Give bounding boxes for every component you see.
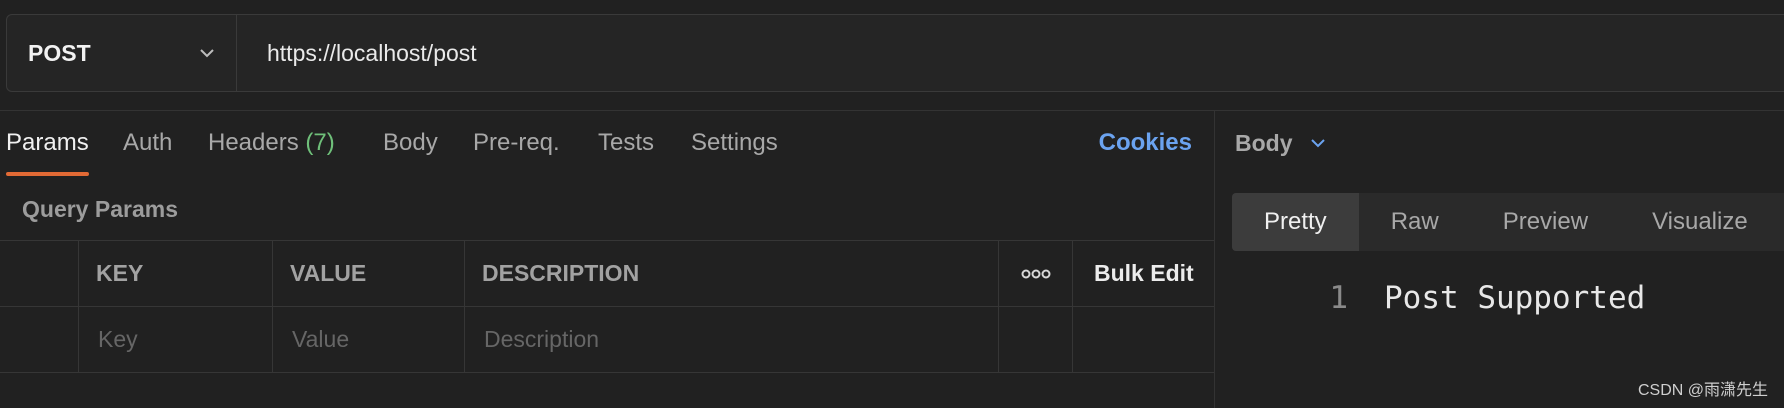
method-label: POST	[28, 39, 91, 66]
response-text: Post Supported	[1384, 280, 1646, 316]
tab-preview[interactable]: Preview	[1471, 193, 1620, 251]
table-row	[0, 307, 1214, 373]
request-tabs: Params Auth Headers (7) Body Pre-req. Te…	[0, 110, 1214, 176]
value-cell	[273, 307, 465, 372]
tab-settings[interactable]: Settings	[691, 110, 778, 176]
headers-count-badge: (7)	[305, 129, 335, 156]
tab-params[interactable]: Params	[6, 110, 89, 176]
query-params-title: Query Params	[22, 196, 178, 222]
url-input[interactable]	[237, 14, 1784, 92]
tab-auth[interactable]: Auth	[123, 110, 172, 176]
empty-cell	[999, 307, 1073, 372]
response-view-tabs: Pretty Raw Preview Visualize	[1232, 193, 1784, 251]
more-options-icon	[1021, 269, 1050, 278]
chevron-down-icon	[200, 49, 214, 58]
column-header-description: DESCRIPTION	[465, 241, 999, 306]
key-input[interactable]	[96, 325, 272, 354]
tab-tests[interactable]: Tests	[598, 110, 654, 176]
row-checkbox-cell	[0, 307, 79, 372]
more-options-button[interactable]	[999, 241, 1073, 306]
description-cell	[465, 307, 999, 372]
tab-pretty[interactable]: Pretty	[1232, 193, 1359, 251]
key-cell	[79, 307, 273, 372]
table-header-row: KEY VALUE DESCRIPTION Bulk Edit	[0, 241, 1214, 307]
tab-body[interactable]: Body	[383, 110, 438, 176]
method-selector[interactable]: POST	[7, 15, 237, 91]
column-header-key: KEY	[79, 241, 273, 306]
table-handle-cell	[0, 241, 79, 306]
chevron-down-icon	[1310, 139, 1325, 148]
cookies-link[interactable]: Cookies	[1099, 110, 1192, 176]
watermark: CSDN @雨潇先生	[1637, 382, 1768, 399]
query-params-table: KEY VALUE DESCRIPTION Bulk Edit	[0, 240, 1214, 373]
response-body-label: Body	[1235, 129, 1293, 156]
tab-raw[interactable]: Raw	[1359, 193, 1471, 251]
value-input[interactable]	[290, 325, 464, 354]
description-input[interactable]	[482, 325, 998, 354]
response-code-line: 1 Post Supported	[1300, 280, 1645, 316]
tab-visualize[interactable]: Visualize	[1620, 193, 1780, 251]
tab-headers[interactable]: Headers (7)	[208, 110, 335, 176]
empty-cell	[1073, 307, 1214, 372]
pane-divider[interactable]	[1214, 110, 1215, 408]
bulk-edit-button[interactable]: Bulk Edit	[1073, 241, 1214, 306]
line-number: 1	[1329, 280, 1348, 316]
request-url-bar: POST	[6, 14, 1784, 92]
column-header-value: VALUE	[273, 241, 465, 306]
response-body-selector[interactable]: Body	[1235, 110, 1327, 176]
tab-pre-request[interactable]: Pre-req.	[473, 110, 560, 176]
